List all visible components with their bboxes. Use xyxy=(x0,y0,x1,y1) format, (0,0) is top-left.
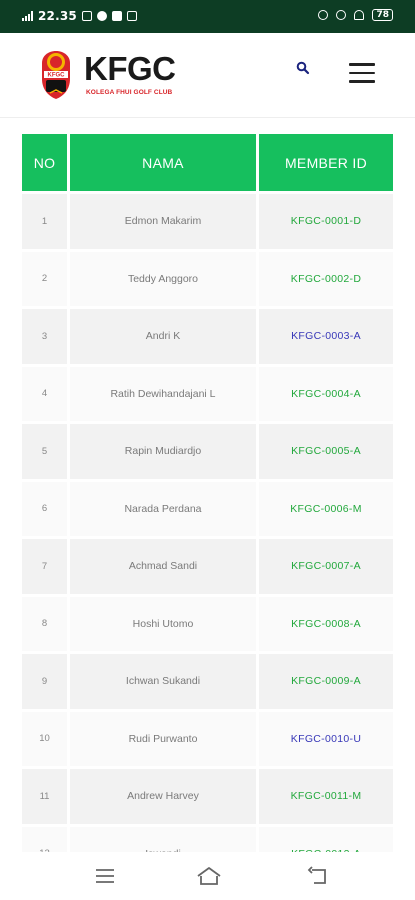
member-name: Achmad Sandi xyxy=(70,539,256,594)
member-name: Hoshi Utomo xyxy=(70,596,256,651)
battery-level: 78 xyxy=(376,10,389,20)
column-header-member-id: MEMBER ID xyxy=(259,134,393,191)
kfgc-logo-icon[interactable]: KFGC xyxy=(36,49,76,101)
member-name: Teddy Anggoro xyxy=(70,251,256,306)
logo-badge-text: KFGC xyxy=(48,73,66,79)
row-number: 5 xyxy=(22,424,67,479)
member-id: KFGC-0011-M xyxy=(259,769,393,824)
table-row: 1 Edmon Makarim KFGC-0001-D xyxy=(22,194,393,249)
row-number: 4 xyxy=(22,366,67,421)
system-navigation-bar xyxy=(0,852,415,900)
row-number: 1 xyxy=(22,194,67,249)
member-name: Andrew Harvey xyxy=(70,769,256,824)
battery-icon: 78 xyxy=(372,9,393,21)
row-number: 10 xyxy=(22,711,67,766)
brand-subtitle: KOLEGA FHUI GOLF CLUB xyxy=(86,89,173,96)
member-id: KFGC-0009-A xyxy=(259,654,393,709)
app-notification-icon xyxy=(96,11,107,21)
member-name: Edmon Makarim xyxy=(70,194,256,249)
recent-apps-icon[interactable] xyxy=(93,864,117,888)
wifi-icon xyxy=(354,10,365,20)
member-name: Rapin Mudiardjo xyxy=(70,424,256,479)
member-id: KFGC-0008-A xyxy=(259,596,393,651)
site-header: KFGC KFGC KOLEGA FHUI GOLF CLUB xyxy=(0,33,415,118)
member-name: Rudi Purwanto xyxy=(70,711,256,766)
signal-icon xyxy=(22,11,33,21)
status-time: 22.35 xyxy=(38,9,77,23)
alarm-icon xyxy=(318,10,329,20)
location-icon xyxy=(336,10,347,20)
member-table-container: NO NAMA MEMBER ID 1 Edmon Makarim KFGC-000… xyxy=(22,131,393,884)
table-row: 8 Hoshi Utomo KFGC-0008-A xyxy=(22,596,393,651)
member-table-body: 1 Edmon Makarim KFGC-0001-D 2 Teddy Anggoro K… xyxy=(22,194,393,881)
row-number: 9 xyxy=(22,654,67,709)
table-row: 10 Rudi Purwanto KFGC-0010-U xyxy=(22,711,393,766)
home-icon[interactable] xyxy=(195,864,223,888)
table-header-row: NO NAMA MEMBER ID xyxy=(22,134,393,191)
brand-title[interactable]: KFGC xyxy=(84,51,176,87)
table-row: 6 Narada Perdana KFGC-0006-M xyxy=(22,481,393,536)
table-row: 5 Rapin Mudiardjo KFGC-0005-A xyxy=(22,424,393,479)
column-header-no: NO xyxy=(22,134,67,191)
member-id: KFGC-0007-A xyxy=(259,539,393,594)
column-header-nama: NAMA xyxy=(70,134,256,191)
member-name: Ratih Dewihandajani L xyxy=(70,366,256,421)
facebook-icon xyxy=(111,11,122,21)
table-row: 4 Ratih Dewihandajani L KFGC-0004-A xyxy=(22,366,393,421)
row-number: 7 xyxy=(22,539,67,594)
row-number: 11 xyxy=(22,769,67,824)
member-table: NO NAMA MEMBER ID 1 Edmon Makarim KFGC-000… xyxy=(19,131,396,884)
member-name: Narada Perdana xyxy=(70,481,256,536)
member-name: Andri K xyxy=(70,309,256,364)
table-row: 7 Achmad Sandi KFGC-0007-A xyxy=(22,539,393,594)
member-id: KFGC-0005-A xyxy=(259,424,393,479)
row-number: 6 xyxy=(22,481,67,536)
status-bar: 22.35 78 xyxy=(0,0,415,33)
member-id: KFGC-0003-A xyxy=(259,309,393,364)
search-icon[interactable] xyxy=(296,61,310,75)
row-number: 8 xyxy=(22,596,67,651)
screen-icon xyxy=(81,11,92,21)
table-row: 9 Ichwan Sukandi KFGC-0009-A xyxy=(22,654,393,709)
table-row: 11 Andrew Harvey KFGC-0011-M xyxy=(22,769,393,824)
image-icon xyxy=(126,11,137,21)
table-row: 3 Andri K KFGC-0003-A xyxy=(22,309,393,364)
row-number: 3 xyxy=(22,309,67,364)
member-name: Ichwan Sukandi xyxy=(70,654,256,709)
hamburger-menu-icon[interactable] xyxy=(349,63,375,85)
member-id: KFGC-0006-M xyxy=(259,481,393,536)
member-id: KFGC-0002-D xyxy=(259,251,393,306)
member-id: KFGC-0010-U xyxy=(259,711,393,766)
member-id: KFGC-0001-D xyxy=(259,194,393,249)
back-icon[interactable] xyxy=(306,864,330,888)
member-id: KFGC-0004-A xyxy=(259,366,393,421)
row-number: 2 xyxy=(22,251,67,306)
table-row: 2 Teddy Anggoro KFGC-0002-D xyxy=(22,251,393,306)
